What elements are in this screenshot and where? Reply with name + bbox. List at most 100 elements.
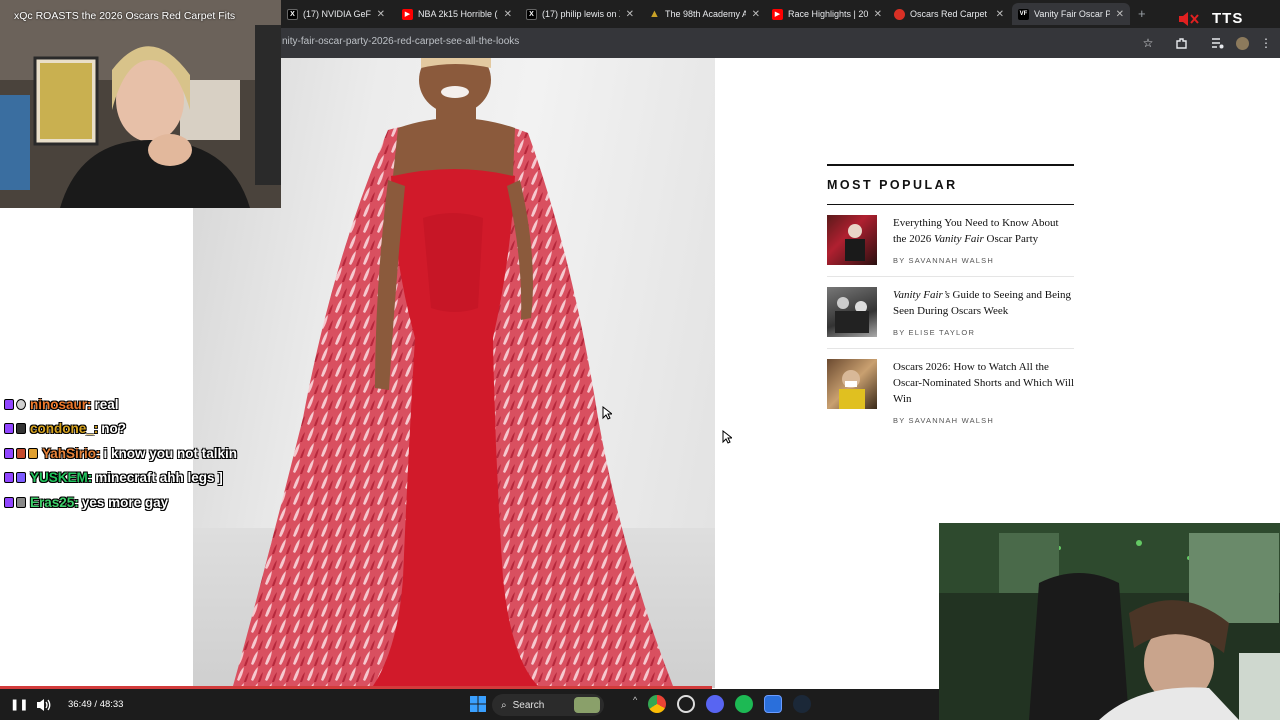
warning-badge-icon	[28, 447, 38, 459]
youtube-icon: ▶	[402, 8, 413, 20]
media-controls-icon[interactable]	[1208, 34, 1226, 52]
chat-message: YahSirio: i know you not talkin	[4, 441, 294, 466]
popular-article[interactable]: Vanity Fair’s Guide to Seeing and Being …	[827, 277, 1074, 349]
tab[interactable]: ▶ Race Highlights | 202 ✕	[766, 3, 888, 25]
twitch-badge-icon	[4, 398, 14, 410]
new-tab-button[interactable]: +	[1138, 6, 1146, 21]
chevron-up-icon[interactable]: ^	[633, 695, 643, 713]
divider	[827, 164, 1074, 166]
chat-username: YahSirio:	[42, 445, 101, 461]
article-thumbnail[interactable]	[827, 215, 877, 265]
user-badge-icon	[16, 423, 26, 435]
windows-start-icon[interactable]	[469, 695, 487, 713]
search-highlight-icon	[574, 697, 600, 713]
tab[interactable]: X (17) philip lewis on X ✕	[520, 3, 640, 25]
stream-title: xQc ROASTS the 2026 Oscars Red Carpet Fi…	[14, 10, 236, 22]
chat-message: condone_: no?	[4, 417, 294, 442]
x-icon: X	[287, 8, 298, 20]
tab-title: The 98th Academy A	[665, 9, 746, 19]
search-label: Search	[512, 699, 545, 711]
x-icon: X	[526, 8, 537, 20]
academy-icon: ▲	[649, 8, 660, 20]
extensions-icon[interactable]	[1172, 34, 1190, 52]
chat-overlay: ninosaur: real condone_: no? YahSirio: i…	[4, 392, 294, 515]
tab-title: Vanity Fair Oscar Par	[1034, 9, 1110, 19]
article-byline: BY SAVANNAH WALSH	[893, 416, 994, 425]
chrome-icon[interactable]	[648, 695, 666, 713]
popular-article[interactable]: Everything You Need to Know About the 20…	[827, 205, 1074, 277]
close-tab-icon[interactable]: ✕	[996, 9, 1004, 20]
settings-app-icon[interactable]	[677, 695, 695, 713]
chat-username: condone_:	[30, 421, 99, 437]
video-player-controls: ❚❚ 36:49 / 48:33 ⌕ Search ^	[0, 689, 939, 720]
tab[interactable]: Oscars Red Carpet O ✕	[888, 3, 1010, 25]
close-tab-icon[interactable]: ✕	[874, 9, 882, 20]
cursor-icon	[602, 406, 612, 420]
article-byline: BY SAVANNAH WALSH	[893, 256, 994, 265]
youtube-icon: ▶	[772, 8, 783, 20]
taskbar-search-box[interactable]: ⌕ Search	[492, 694, 604, 716]
playback-time: 36:49 / 48:33	[68, 699, 124, 710]
chat-message: YUSKEM: minecraft ahh legs ]	[4, 466, 294, 491]
chat-text: i know you not talkin	[103, 445, 238, 461]
chat-username: YUSKEM:	[30, 470, 93, 486]
tab[interactable]: ▲ The 98th Academy A ✕	[643, 3, 766, 25]
article-thumbnail[interactable]	[827, 359, 877, 409]
article-byline: BY ELISE TAYLOR	[893, 328, 976, 337]
twitch-badge-icon	[4, 447, 14, 459]
section-heading: MOST POPULAR	[827, 178, 958, 192]
pause-icon[interactable]: ❚❚	[10, 698, 28, 712]
bookmark-star-icon[interactable]: ☆	[1139, 34, 1157, 52]
chat-text: yes more gay	[81, 494, 169, 510]
discord-icon[interactable]	[706, 695, 724, 713]
article-thumbnail[interactable]	[827, 287, 877, 337]
menu-kebab-icon[interactable]: ⋮	[1257, 34, 1275, 52]
close-tab-icon[interactable]: ✕	[504, 9, 512, 20]
tab-active[interactable]: VF Vanity Fair Oscar Par ✕	[1012, 3, 1130, 25]
user-badge-icon	[16, 472, 26, 484]
article-title[interactable]: Everything You Need to Know About the 20…	[893, 215, 1074, 247]
url-text[interactable]: nity-fair-oscar-party-2026-red-carpet-se…	[282, 36, 519, 47]
chat-text: minecraft ahh legs ]	[95, 470, 223, 486]
twitch-badge-icon	[4, 496, 14, 508]
search-icon: ⌕	[501, 699, 507, 711]
user-badge-icon	[16, 398, 26, 410]
chat-username: ninosaur:	[30, 396, 92, 412]
red-circle-icon	[894, 8, 905, 20]
muted-speaker-icon	[1179, 12, 1199, 26]
steam-icon[interactable]	[793, 695, 811, 713]
vf-icon: VF	[1018, 8, 1029, 20]
chat-username: Eras25:	[30, 494, 79, 510]
user-badge-icon	[16, 447, 26, 459]
close-tab-icon[interactable]: ✕	[626, 9, 634, 20]
popular-article[interactable]: Oscars 2026: How to Watch All the Oscar-…	[827, 349, 1074, 439]
close-tab-icon[interactable]: ✕	[752, 9, 760, 20]
tab-title: Oscars Red Carpet O	[910, 9, 990, 19]
tts-label: TTS	[1212, 10, 1244, 27]
chat-message: Eras25: yes more gay	[4, 490, 294, 515]
chat-text: no?	[101, 421, 127, 437]
twitch-badge-icon	[4, 472, 14, 484]
tab-title: Race Highlights | 202	[788, 9, 868, 19]
article-title[interactable]: Oscars 2026: How to Watch All the Oscar-…	[893, 359, 1074, 407]
tab[interactable]: ▶ NBA 2k15 Horrible (a ✕	[396, 3, 518, 25]
second-webcam	[939, 523, 1280, 720]
chat-message: ninosaur: real	[4, 392, 294, 417]
tab-title: NBA 2k15 Horrible (a	[418, 9, 498, 19]
volume-icon[interactable]	[36, 697, 52, 713]
profile-avatar-icon[interactable]	[1233, 34, 1251, 52]
spotify-icon[interactable]	[735, 695, 753, 713]
close-tab-icon[interactable]: ✕	[377, 9, 385, 20]
screen: X (17) NVIDIA GeForce ✕ ▶ NBA 2k15 Horri…	[0, 0, 1280, 720]
user-badge-icon	[16, 496, 26, 508]
cursor-icon	[722, 430, 732, 444]
article-title[interactable]: Vanity Fair’s Guide to Seeing and Being …	[893, 287, 1074, 319]
streamer-webcam: xQc ROASTS the 2026 Oscars Red Carpet Fi…	[0, 0, 281, 208]
tab-title: (17) philip lewis on X	[542, 9, 620, 19]
active-app-icon[interactable]	[764, 695, 782, 713]
close-tab-icon[interactable]: ✕	[1116, 9, 1124, 20]
twitch-badge-icon	[4, 423, 14, 435]
most-popular-section: MOST POPULAR Everything You Need to Know…	[827, 164, 1074, 439]
tab[interactable]: X (17) NVIDIA GeForce ✕	[281, 3, 391, 25]
tab-title: (17) NVIDIA GeForce	[303, 9, 371, 19]
